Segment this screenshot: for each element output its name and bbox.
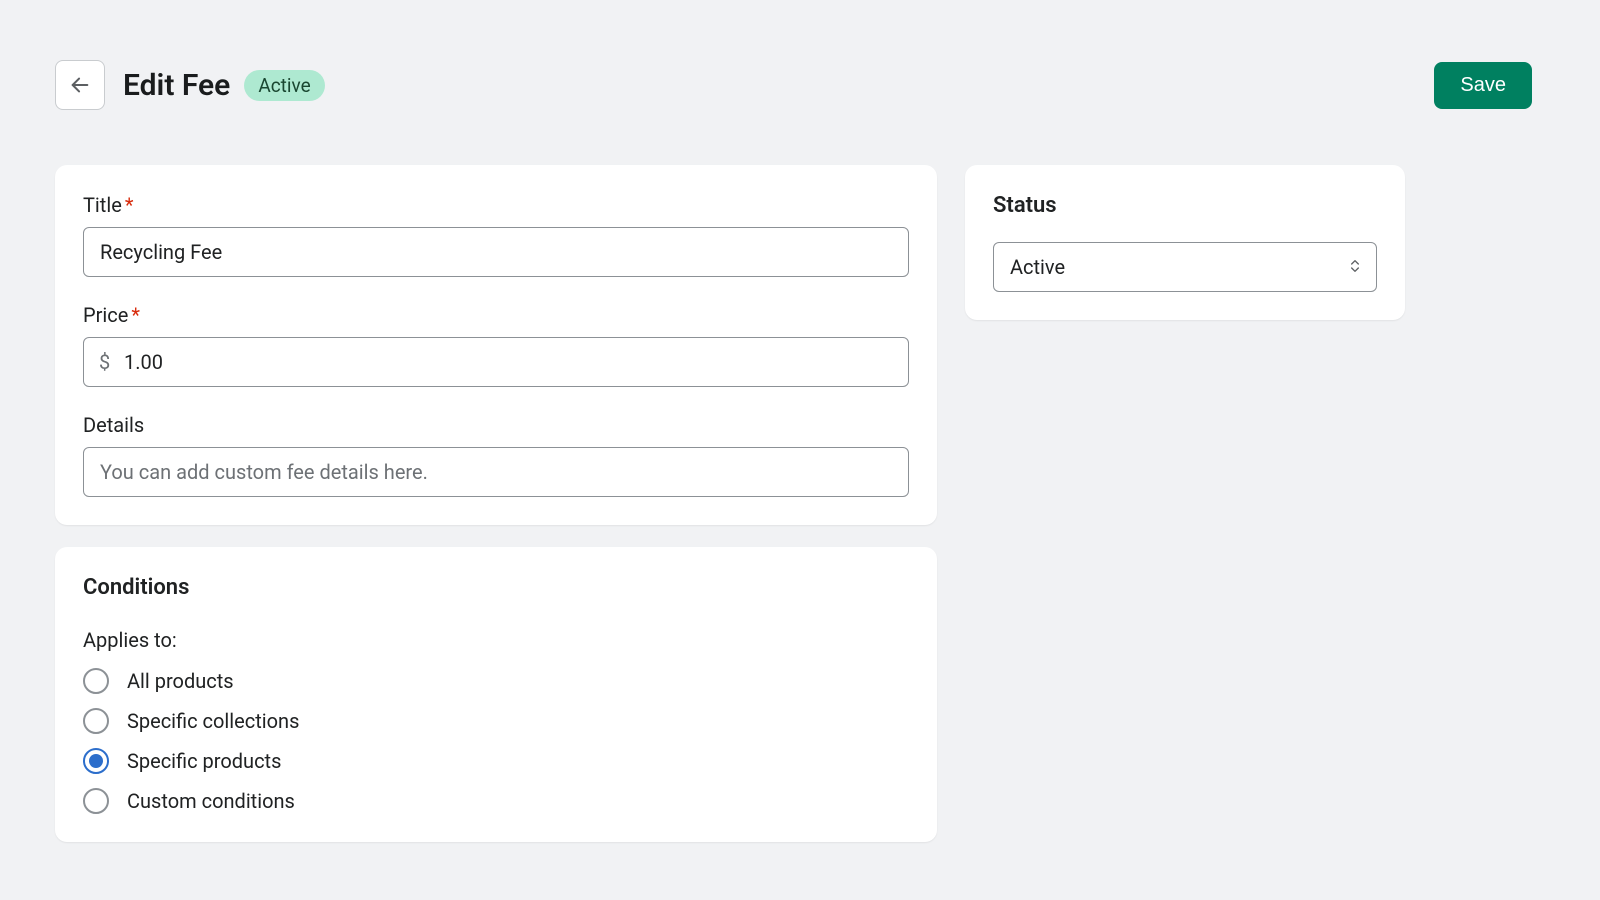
- price-label: Price*: [83, 303, 909, 327]
- status-title: Status: [993, 193, 1377, 218]
- title-input[interactable]: [83, 227, 909, 277]
- details-input[interactable]: [83, 447, 909, 497]
- radio-label: All products: [127, 669, 234, 693]
- radio-label: Specific products: [127, 749, 281, 773]
- radio-custom-conditions[interactable]: Custom conditions: [83, 788, 909, 814]
- details-label: Details: [83, 413, 909, 437]
- currency-symbol: $: [99, 350, 110, 374]
- arrow-left-icon: [69, 74, 91, 96]
- required-asterisk: *: [125, 193, 134, 217]
- page-header: Edit Fee Active Save: [55, 60, 1532, 110]
- price-input[interactable]: [83, 337, 909, 387]
- applies-to-radio-group: All products Specific collections Specif…: [83, 668, 909, 814]
- radio-icon: [83, 748, 109, 774]
- title-label-text: Title: [83, 193, 122, 217]
- radio-specific-products[interactable]: Specific products: [83, 748, 909, 774]
- price-label-text: Price: [83, 303, 128, 327]
- radio-icon: [83, 668, 109, 694]
- radio-icon: [83, 788, 109, 814]
- status-select[interactable]: Active: [993, 242, 1377, 292]
- status-badge: Active: [244, 70, 324, 101]
- radio-icon: [83, 708, 109, 734]
- radio-label: Custom conditions: [127, 789, 295, 813]
- applies-to-label: Applies to:: [83, 628, 909, 652]
- conditions-title: Conditions: [83, 575, 909, 600]
- save-button[interactable]: Save: [1434, 62, 1532, 109]
- page-title: Edit Fee: [123, 68, 230, 103]
- radio-label: Specific collections: [127, 709, 299, 733]
- status-card: Status Active: [965, 165, 1405, 320]
- conditions-card: Conditions Applies to: All products Spec…: [55, 547, 937, 842]
- back-button[interactable]: [55, 60, 105, 110]
- fee-details-card: Title* Price* $ Details: [55, 165, 937, 525]
- radio-all-products[interactable]: All products: [83, 668, 909, 694]
- title-label: Title*: [83, 193, 909, 217]
- radio-specific-collections[interactable]: Specific collections: [83, 708, 909, 734]
- required-asterisk: *: [131, 303, 140, 327]
